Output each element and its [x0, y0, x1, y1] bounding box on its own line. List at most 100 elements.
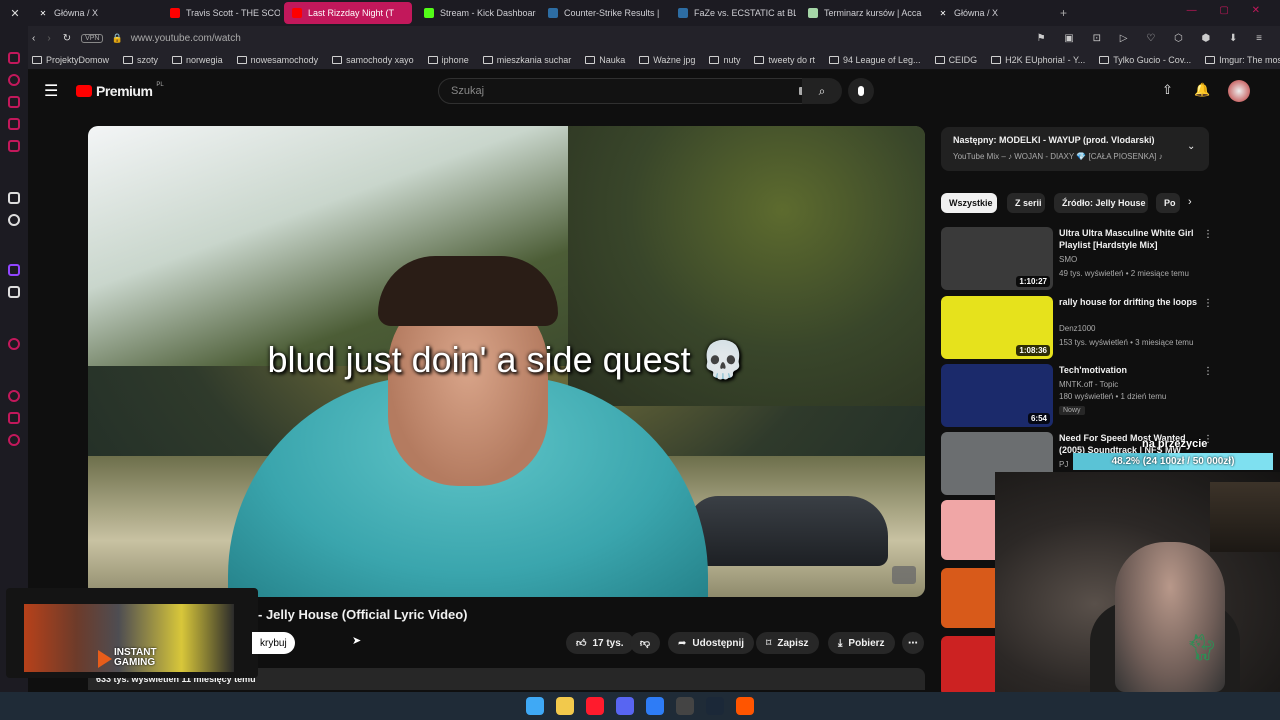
more-vertical-icon[interactable]: ⋮ [1203, 229, 1213, 240]
file-explorer-icon[interactable] [556, 697, 574, 715]
filter-chip[interactable]: Z serii [1007, 193, 1045, 213]
ai-icon[interactable] [8, 192, 20, 204]
bookmark-item[interactable]: szoty [123, 55, 158, 65]
tab-5[interactable]: FaZe vs. ECSTATIC at BL [670, 2, 796, 24]
filter-chip[interactable]: Po [1156, 193, 1180, 213]
toolbar-icons[interactable]: ⚑ ▣ ⊡ ▷ ♡ ⬡ ⬢ ⬇ ≡ [1037, 33, 1270, 44]
opera-gx-icon[interactable] [586, 697, 604, 715]
tab-1[interactable]: Travis Scott - THE SCOT [162, 2, 280, 24]
chat-icon[interactable] [8, 118, 20, 130]
menu-icon[interactable]: ☰ [44, 81, 58, 101]
bookmark-item[interactable]: nuty [709, 55, 740, 65]
bookmark-item[interactable]: Tylko Gucio - Cov... [1099, 55, 1191, 65]
subscribe-button[interactable]: krybuj [252, 632, 295, 654]
reload-icon[interactable]: ↻ [63, 33, 71, 44]
history-icon[interactable] [8, 74, 20, 86]
messenger-icon[interactable] [8, 52, 20, 64]
url-field[interactable]: www.youtube.com/watch [131, 33, 241, 44]
like-button[interactable]: 👍︎ 17 tys. [566, 632, 634, 654]
obs-icon[interactable] [676, 697, 694, 715]
tab-3[interactable]: Stream - Kick Dashboard [416, 2, 536, 24]
video-thumbnail[interactable]: 6:54 [941, 364, 1053, 427]
windows-start-icon[interactable] [526, 697, 544, 715]
video-thumbnail[interactable] [941, 500, 995, 560]
bookmark-item[interactable]: H2K EUphoria! - Y... [991, 55, 1085, 65]
player-icon[interactable] [8, 140, 20, 152]
bookmark-item[interactable]: samochody xayo [332, 55, 414, 65]
bookmark-item[interactable]: CEIDG [934, 54, 978, 65]
avatar[interactable] [1228, 80, 1250, 102]
bookmark-item[interactable]: mieszkania suchar [482, 55, 571, 65]
filter-chip[interactable]: Źródło: Jelly House [1054, 193, 1148, 213]
bookmark-label: iphone [441, 54, 469, 65]
save-button[interactable]: ⌑ Zapisz [756, 632, 819, 654]
video-player[interactable]: blud just doin' a side quest 💀 [88, 126, 925, 597]
bookmark-item[interactable]: iphone [427, 54, 469, 65]
bell-icon[interactable]: 🔔 [1194, 82, 1210, 98]
recommended-title[interactable]: Tech'motivation [1059, 364, 1197, 376]
tab-0[interactable]: ✕ Główna / X [30, 2, 158, 24]
tab-6[interactable]: Terminarz kursów | Acca [800, 2, 926, 24]
messenger-icon[interactable] [646, 697, 664, 715]
bookmark-item[interactable]: 94 League of Leg... [828, 55, 921, 65]
clock-icon[interactable] [8, 390, 20, 402]
search-button[interactable]: ⌕ [802, 78, 842, 104]
recommended-video[interactable]: 1:10:27 Ultra Ultra Masculine White Girl … [941, 227, 1213, 291]
filter-chip[interactable]: Wszystkie [941, 193, 997, 213]
more-button[interactable]: ⋯ [902, 632, 924, 654]
recommended-channel[interactable]: PJ [1059, 460, 1068, 469]
bookmark-item[interactable]: Imgur: The most a... [1205, 55, 1280, 65]
video-thumbnail[interactable]: 1:10:27 [941, 227, 1053, 290]
chevron-down-icon[interactable]: ⌄ [1187, 141, 1195, 152]
bookmark-item[interactable]: norwegia [172, 55, 223, 65]
mic-button[interactable] [848, 78, 874, 104]
tab-7[interactable]: ✕ Główna / X [930, 2, 1050, 24]
vpn-badge[interactable]: VPN [81, 33, 104, 43]
download-icon: ⤓ [838, 637, 843, 649]
recommended-title[interactable]: rally house for drifting the loops [1059, 296, 1197, 308]
bookmark-label: CEIDG [948, 54, 978, 65]
recommended-video[interactable]: 1:08:36 rally house for drifting the loop… [941, 296, 1213, 360]
chevron-right-icon[interactable]: › [1188, 196, 1192, 208]
settings-icon[interactable] [8, 214, 20, 226]
bookmarks-bar: ProjektyDomow szoty norwegia nowesamochody s… [0, 50, 1280, 70]
x-sidebar-icon[interactable] [8, 286, 20, 298]
tab-2[interactable]: Last Rizzday Night (T [284, 2, 412, 24]
search-input[interactable]: Szukaj [438, 78, 822, 104]
recommended-video[interactable]: 6:54 Tech'motivation MNTK.off - Topic 180 w… [941, 364, 1213, 428]
recommended-channel[interactable]: SMO [1059, 255, 1077, 264]
window-controls[interactable]: — ▢ ✕ [1187, 5, 1270, 16]
dislike-button[interactable]: 👎︎ [630, 632, 660, 654]
video-thumbnail[interactable]: 1:08:36 [941, 296, 1053, 359]
add-icon[interactable] [8, 338, 20, 350]
x-logo-icon[interactable]: ✕ [0, 7, 30, 20]
discord-icon[interactable] [616, 697, 634, 715]
recommended-channel[interactable]: MNTK.off - Topic [1059, 380, 1118, 389]
more-vertical-icon[interactable]: ⋮ [1203, 298, 1213, 309]
video-thumbnail[interactable] [941, 568, 995, 628]
faceit-icon[interactable] [736, 697, 754, 715]
youtube-logo[interactable]: Premium PL [76, 82, 164, 99]
bookmark-item[interactable]: nowesamochody [236, 55, 318, 65]
twitch-icon[interactable] [8, 264, 20, 276]
bookmark-item[interactable]: tweety do rt [754, 55, 815, 65]
recommended-title[interactable]: Ultra Ultra Masculine White Girl Playlis… [1059, 227, 1197, 251]
steam-icon[interactable] [706, 697, 724, 715]
gear-icon[interactable] [8, 434, 20, 446]
forward-icon[interactable]: › [47, 33, 50, 44]
download-button[interactable]: ⤓ Pobierz [828, 632, 895, 654]
extensions-icon[interactable] [8, 412, 20, 424]
bookmark-item[interactable]: Ważne jpg [639, 55, 695, 65]
new-tab-button[interactable]: + [1060, 6, 1067, 20]
recommended-channel[interactable]: Denz1000 [1059, 324, 1095, 333]
wallet-icon[interactable] [8, 96, 20, 108]
upload-icon[interactable]: ⇧ [1162, 82, 1173, 98]
tab-4[interactable]: Counter-Strike Results | [540, 2, 666, 24]
share-button[interactable]: ➦ Udostępnij [668, 632, 755, 654]
more-vertical-icon[interactable]: ⋮ [1203, 366, 1213, 377]
autoplay-next-card[interactable]: Następny: MODELKI - WAYUP (prod. Vlodars… [941, 127, 1209, 171]
video-thumbnail[interactable] [941, 636, 995, 696]
bookmark-item[interactable]: ProjektyDomow [32, 55, 109, 65]
bookmark-item[interactable]: Nauka [585, 55, 625, 65]
back-icon[interactable]: ‹ [32, 33, 35, 44]
